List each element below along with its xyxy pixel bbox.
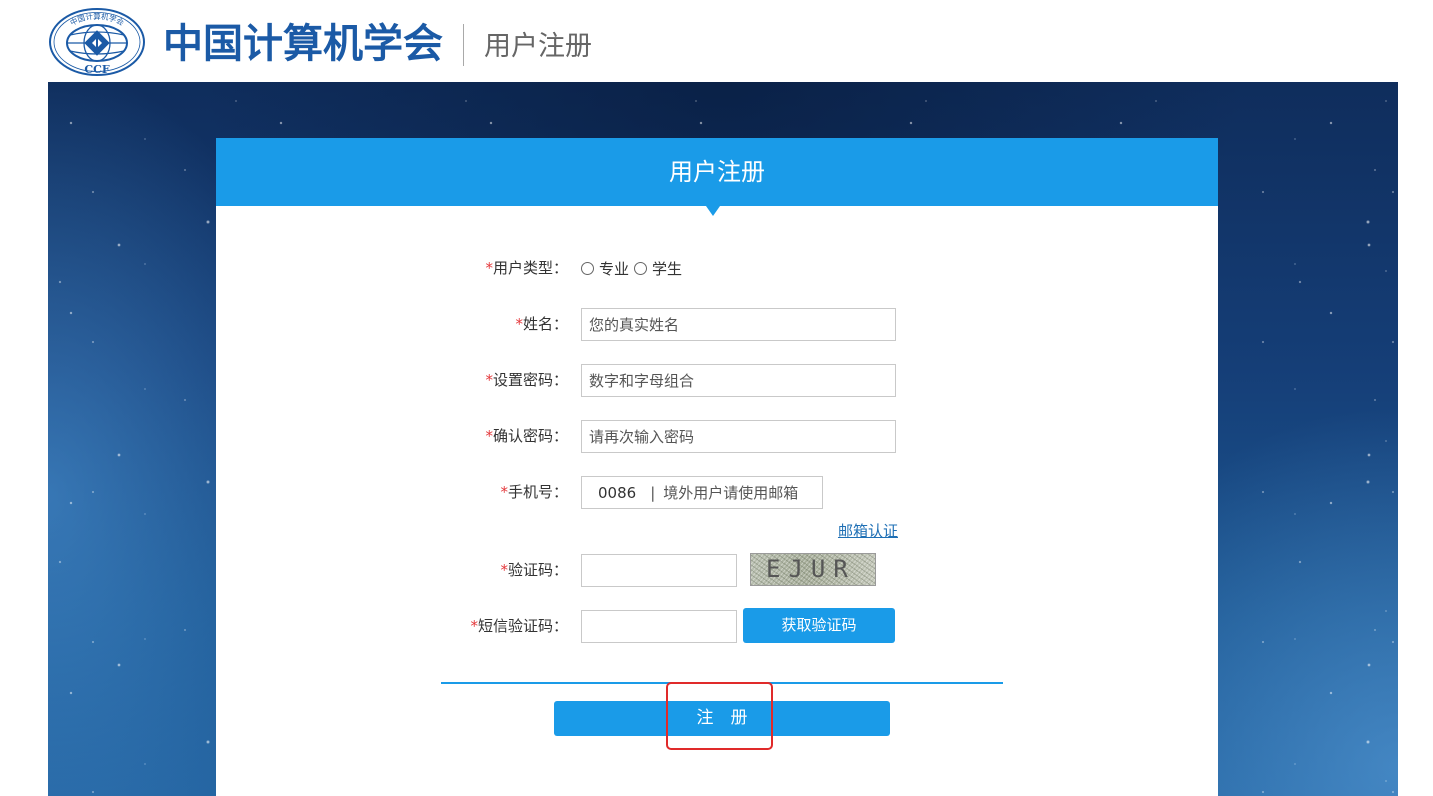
user-type-radio-group: 专业 学生 [581,256,687,280]
confirm-password-row: *确认密码： [216,420,1218,453]
radio-option-label: 学生 [652,259,683,278]
page: 中国计算机学会 CCF 中国计算机学会 用户注册 用户注册 *用户类型： 专业 … [0,0,1433,796]
phone-label-text: 手机号： [507,483,568,501]
user-type-label-text: 用户类型： [492,259,568,277]
name-label-text: 姓名： [522,315,568,333]
sms-code-label: *短信验证码： [376,610,568,643]
sms-code-input[interactable] [581,610,737,643]
captcha-input[interactable] [581,554,737,587]
required-mark: * [500,561,508,579]
user-type-label: *用户类型： [376,256,568,280]
page-name: 用户注册 [484,31,592,62]
captcha-image[interactable]: EJUR [750,553,876,586]
user-type-row: *用户类型： 专业 学生 [216,256,1218,280]
captcha-row: *验证码： EJUR [216,553,1218,587]
radio-option-label: 专业 [599,259,630,278]
radio-icon[interactable] [634,261,648,275]
required-mark: * [485,259,493,277]
user-type-option-professional[interactable]: 专业 [581,258,629,279]
password-label: *设置密码： [376,364,568,397]
register-button[interactable]: 注 册 [554,701,890,736]
confirm-password-input[interactable] [581,420,896,453]
phone-input[interactable] [655,477,822,508]
required-mark: * [470,617,478,635]
org-name: 中国计算机学会 [163,21,443,67]
user-type-option-student[interactable]: 学生 [634,258,682,279]
dropdown-notch-icon [706,206,720,216]
required-mark: * [485,427,493,445]
sms-code-row: *短信验证码： 获取验证码 [216,608,1218,643]
ccf-logo-icon[interactable]: 中国计算机学会 CCF [48,7,146,77]
get-sms-code-button[interactable]: 获取验证码 [743,608,895,643]
name-label: *姓名： [376,308,568,341]
required-mark: * [485,371,493,389]
confirm-password-label: *确认密码： [376,420,568,453]
radio-icon[interactable] [581,261,594,275]
name-input[interactable] [581,308,896,341]
required-mark: * [515,315,523,333]
captcha-label-text: 验证码： [507,561,568,579]
name-row: *姓名： [216,308,1218,341]
confirm-password-label-text: 确认密码： [492,427,568,445]
email-auth-link[interactable]: 邮箱认证 [838,521,898,541]
card-title: 用户注册 [669,158,765,186]
card-header: 用户注册 [216,138,1218,206]
phone-label: *手机号： [376,476,568,509]
required-mark: * [500,483,508,501]
header-divider [463,24,464,66]
registration-card: 用户注册 *用户类型： 专业 学生 *姓名： *设置密码： [216,138,1218,796]
captcha-label: *验证码： [376,554,568,587]
logo-lettering: CCF [84,63,110,76]
phone-row: *手机号： 0086 | [216,476,1218,509]
site-header: 中国计算机学会 CCF 中国计算机学会 用户注册 [0,0,1433,82]
password-input[interactable] [581,364,896,397]
phone-field[interactable]: 0086 | [581,476,823,509]
password-label-text: 设置密码： [492,371,568,389]
password-row: *设置密码： [216,364,1218,397]
form-divider [441,682,1003,684]
country-code[interactable]: 0086 [582,484,636,502]
sms-code-label-text: 短信验证码： [477,617,568,635]
